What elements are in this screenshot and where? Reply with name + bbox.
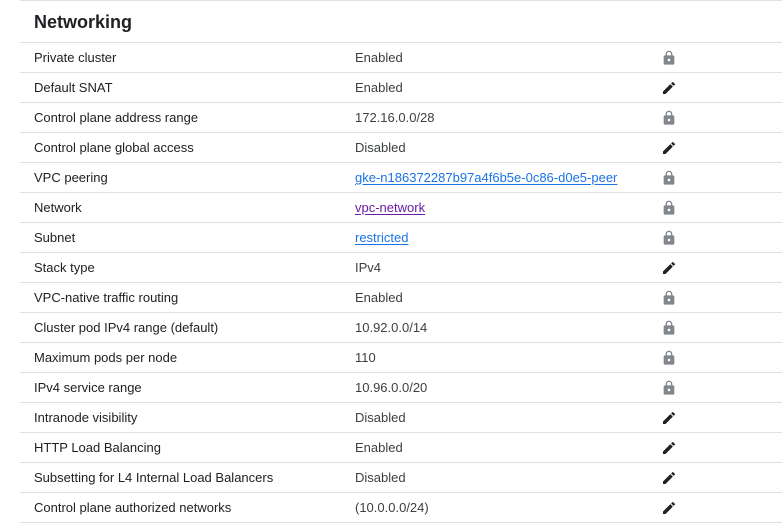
table-row: HTTP Load Balancing Enabled: [20, 433, 782, 463]
row-label: Control plane authorized networks: [34, 500, 232, 515]
row-value: Enabled: [355, 50, 403, 65]
row-label: Subsetting for L4 Internal Load Balancer…: [34, 470, 274, 485]
row-value: IPv4: [355, 260, 382, 275]
row-value: 110: [355, 350, 376, 365]
section-title: Networking: [34, 12, 133, 32]
table-row: Network vpc-network: [20, 193, 782, 223]
row-label: IPv4 service range: [34, 380, 142, 395]
table-row: VPC peering gke-n186372287b97a4f6b5e-0c8…: [20, 163, 782, 193]
top-divider: [20, 0, 782, 1]
row-value: (10.0.0.0/24): [355, 500, 429, 515]
lock-icon: [663, 200, 675, 215]
lock-icon: [663, 380, 675, 395]
row-label: Private cluster: [34, 50, 117, 65]
row-label: Maximum pods per node: [34, 350, 178, 365]
lock-icon: [663, 110, 675, 125]
row-label: VPC peering: [34, 170, 108, 185]
edit-icon[interactable]: [661, 260, 677, 276]
row-label: Default SNAT: [34, 80, 113, 95]
table-row: Subnet restricted: [20, 223, 782, 253]
row-label: Stack type: [34, 260, 95, 275]
table-row: Maximum pods per node 110: [20, 343, 782, 373]
table-row: IPv4 service range 10.96.0.0/20: [20, 373, 782, 403]
subnet-link[interactable]: restricted: [355, 223, 408, 252]
lock-icon: [663, 350, 675, 365]
edit-icon[interactable]: [661, 80, 677, 96]
vpc-peering-link[interactable]: gke-n186372287b97a4f6b5e-0c86-d0e5-peer: [355, 163, 617, 192]
lock-icon: [663, 50, 675, 65]
row-value: 172.16.0.0/28: [355, 110, 435, 125]
table-row: Private cluster Enabled: [20, 43, 782, 73]
lock-icon: [663, 290, 675, 305]
row-value: Enabled: [355, 440, 403, 455]
table-row: Control plane global access Disabled: [20, 133, 782, 163]
edit-icon[interactable]: [661, 140, 677, 156]
edit-icon[interactable]: [661, 410, 677, 426]
row-label: Intranode visibility: [34, 410, 138, 425]
row-label: HTTP Load Balancing: [34, 440, 161, 455]
row-value: Disabled: [355, 140, 406, 155]
row-label: VPC-native traffic routing: [34, 290, 179, 305]
row-value: Disabled: [355, 470, 406, 485]
row-value: Enabled: [355, 290, 403, 305]
networking-table: Private cluster Enabled Default SNAT Ena…: [20, 42, 782, 523]
edit-icon[interactable]: [661, 470, 677, 486]
table-row: Intranode visibility Disabled: [20, 403, 782, 433]
edit-icon[interactable]: [661, 500, 677, 516]
table-row: Default SNAT Enabled: [20, 73, 782, 103]
row-value: Enabled: [355, 80, 403, 95]
table-row: Stack type IPv4: [20, 253, 782, 283]
edit-icon[interactable]: [661, 440, 677, 456]
row-label: Control plane address range: [34, 110, 199, 125]
table-row: Subsetting for L4 Internal Load Balancer…: [20, 463, 782, 493]
row-value: 10.92.0.0/14: [355, 320, 428, 335]
table-row: VPC-native traffic routing Enabled: [20, 283, 782, 313]
table-row: Control plane authorized networks (10.0.…: [20, 493, 782, 523]
row-value: 10.96.0.0/20: [355, 380, 428, 395]
lock-icon: [663, 320, 675, 335]
row-label: Network: [34, 200, 82, 215]
lock-icon: [663, 170, 675, 185]
row-label: Control plane global access: [34, 140, 194, 155]
row-label: Subnet: [34, 230, 76, 245]
row-value: Disabled: [355, 410, 406, 425]
network-link[interactable]: vpc-network: [355, 193, 425, 222]
lock-icon: [663, 230, 675, 245]
table-row: Cluster pod IPv4 range (default) 10.92.0…: [20, 313, 782, 343]
row-label: Cluster pod IPv4 range (default): [34, 320, 219, 335]
table-row: Control plane address range 172.16.0.0/2…: [20, 103, 782, 133]
